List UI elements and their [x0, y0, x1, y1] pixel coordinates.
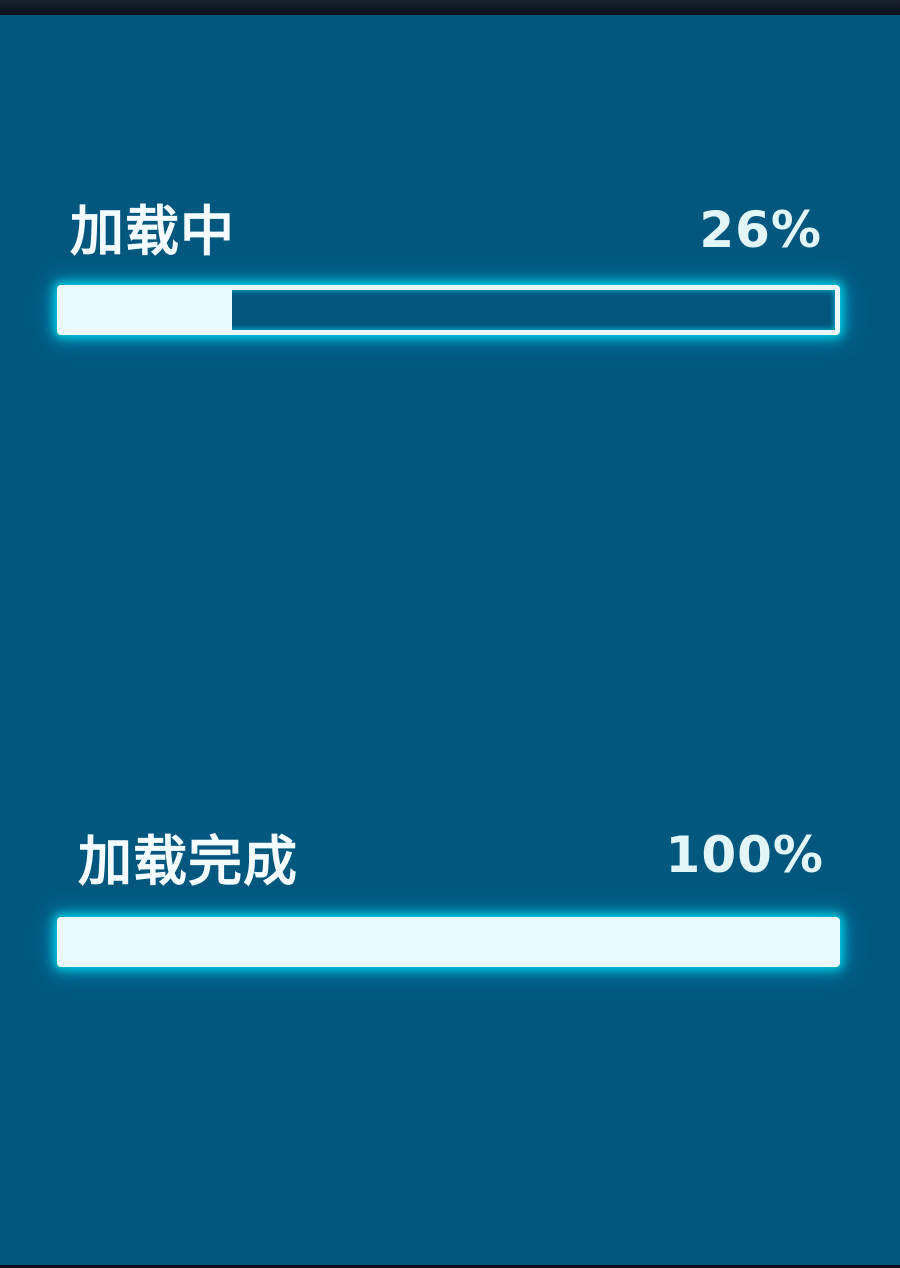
loading-screen: 加载中 26% 加载完成 100% [0, 15, 900, 1265]
loading-progress-fill [62, 290, 233, 330]
complete-label: 加载完成 [78, 830, 298, 893]
complete-progress-bar [57, 917, 840, 967]
complete-percent: 100% [665, 826, 824, 884]
complete-progress-fill [62, 922, 835, 962]
top-edge-strip [0, 0, 900, 15]
loading-percent: 26% [699, 201, 822, 259]
loading-label: 加载中 [70, 200, 235, 263]
loading-progress-bar [57, 285, 840, 335]
